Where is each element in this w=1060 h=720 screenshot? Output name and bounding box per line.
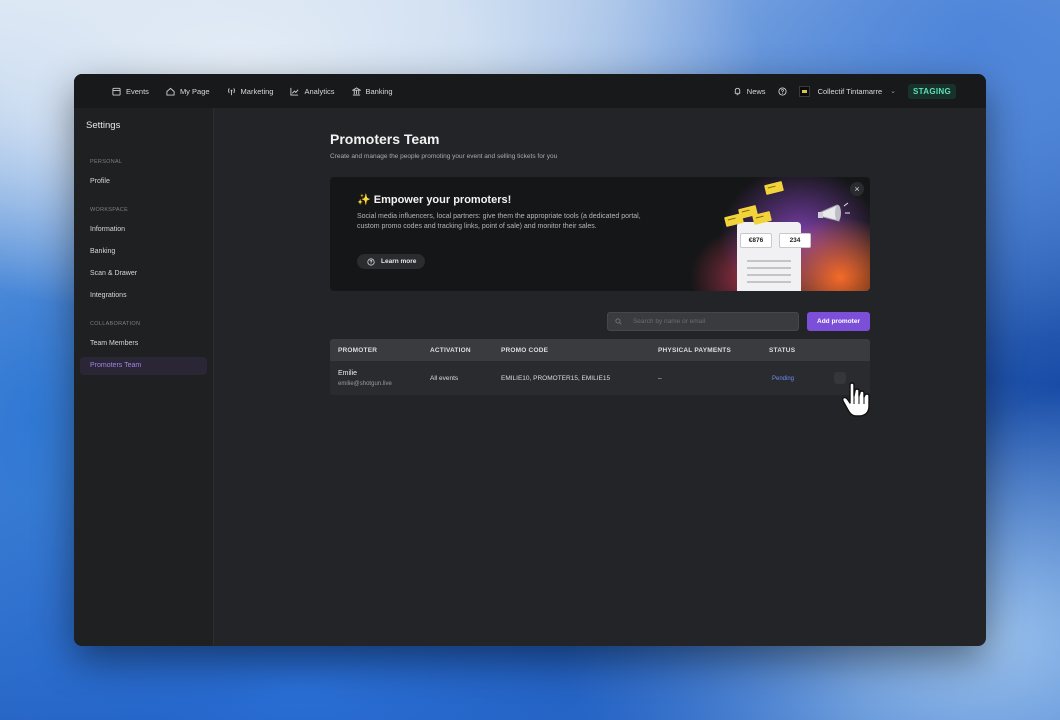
sidebar-item-information[interactable]: Information [80, 221, 207, 239]
organization-name: Collectif Tintamarre [817, 86, 883, 96]
promoter-email: emilie@shotgun.live [338, 380, 392, 387]
settings-sidebar: Settings PERSONAL Profile WORKSPACE Info… [74, 108, 214, 646]
sidebar-item-promoters-team[interactable]: Promoters Team [80, 357, 207, 375]
sidebar-item-integrations[interactable]: Integrations [80, 287, 207, 305]
search-icon [614, 317, 623, 326]
home-icon [166, 87, 175, 96]
banner-title: ✨ Empower your promoters! [357, 194, 512, 206]
learn-more-label: Learn more [381, 258, 417, 265]
sidebar-item-profile[interactable]: Profile [80, 173, 207, 191]
tablet-line [747, 281, 791, 283]
organization-switcher[interactable]: Collectif Tintamarre ⌄ [798, 85, 897, 97]
search-box[interactable] [607, 311, 799, 331]
promo-code-cell: EMILIE10, PROMOTER15, EMILIE15 [501, 374, 611, 382]
nav-events-label: Events [126, 86, 149, 96]
promoters-table: PROMOTER ACTIVATION PROMO CODE PHYSICAL … [330, 339, 870, 395]
page-subtitle: Create and manage the people promoting y… [330, 153, 558, 160]
main-content: Promoters Team Create and manage the peo… [330, 108, 870, 395]
environment-badge: STAGING [908, 83, 956, 99]
sidebar-item-banking[interactable]: Banking [80, 243, 207, 261]
table-header: PROMOTER ACTIVATION PROMO CODE PHYSICAL … [330, 339, 870, 361]
nav-marketing-label: Marketing [240, 86, 274, 96]
physical-payments-cell: – [658, 374, 662, 382]
broadcast-icon [227, 87, 236, 96]
add-promoter-button[interactable]: Add promoter [807, 311, 870, 331]
tablet-line [747, 267, 791, 269]
chart-icon [290, 87, 299, 96]
promoters-toolbar: Add promoter [330, 311, 870, 331]
main-nav: Events My Page Marketing Analytics Banki… [112, 87, 393, 96]
page-title: Promoters Team [330, 131, 440, 147]
nav-analytics-label: Analytics [304, 86, 335, 96]
sidebar-title: Settings [86, 120, 121, 131]
sidebar-section-workspace: WORKSPACE [90, 207, 129, 213]
organization-logo [798, 85, 810, 97]
promoter-cell: Emilie emilie@shotgun.live [330, 370, 430, 387]
nav-my-page[interactable]: My Page [166, 87, 210, 96]
column-header-promoter[interactable]: PROMOTER [330, 347, 430, 354]
nav-marketing[interactable]: Marketing [227, 86, 274, 96]
sidebar-section-personal: PERSONAL [90, 159, 123, 165]
ticket-icon [764, 180, 784, 196]
bell-icon [733, 87, 742, 96]
sidebar-item-team-members[interactable]: Team Members [80, 335, 207, 353]
table-row[interactable]: Emilie emilie@shotgun.live All events EM… [330, 361, 870, 395]
close-banner-button[interactable]: × [850, 182, 864, 196]
bank-icon [351, 86, 361, 96]
help-icon[interactable] [778, 86, 787, 96]
banner-illustration: €876 234 [724, 177, 865, 291]
nav-banking[interactable]: Banking [351, 86, 393, 96]
nav-events[interactable]: Events [112, 87, 149, 96]
search-input[interactable] [632, 317, 792, 325]
promo-banner: ✨ Empower your promoters! Social media i… [330, 177, 870, 291]
chevron-down-icon: ⌄ [890, 88, 897, 95]
activation-cell: All events [430, 374, 459, 382]
nav-my-page-label: My Page [179, 86, 210, 96]
news-button[interactable]: News [733, 87, 766, 96]
count-card: 234 [779, 233, 811, 248]
tablet-line [747, 260, 791, 262]
tablet-line [747, 274, 791, 276]
hand-cursor-icon [842, 382, 870, 417]
top-navigation-bar: Events My Page Marketing Analytics Banki… [74, 74, 986, 108]
learn-more-button[interactable]: Learn more [357, 254, 426, 269]
sidebar-item-scan-drawer[interactable]: Scan & Drawer [80, 265, 207, 283]
amount-card: €876 [740, 233, 772, 248]
column-header-activation[interactable]: ACTIVATION [430, 347, 501, 354]
app-window: Events My Page Marketing Analytics Banki… [74, 74, 986, 646]
top-right-controls: News Collectif Tintamarre ⌄ STAGING [733, 83, 956, 99]
column-header-promo-code[interactable]: PROMO CODE [501, 347, 658, 354]
status-badge: Pending [772, 375, 795, 382]
nav-analytics[interactable]: Analytics [290, 86, 335, 96]
promoter-name: Emilie [338, 369, 358, 377]
news-label: News [746, 86, 766, 96]
megaphone-icon [818, 202, 850, 222]
nav-banking-label: Banking [365, 86, 393, 96]
calendar-icon [112, 87, 121, 96]
sidebar-section-collaboration: COLLABORATION [90, 321, 141, 327]
banner-text: Social media influencers, local partners… [357, 213, 641, 230]
column-header-physical-payments[interactable]: PHYSICAL PAYMENTS [658, 347, 769, 354]
column-header-status[interactable]: STATUS [769, 347, 870, 354]
help-circle-icon [366, 257, 375, 266]
